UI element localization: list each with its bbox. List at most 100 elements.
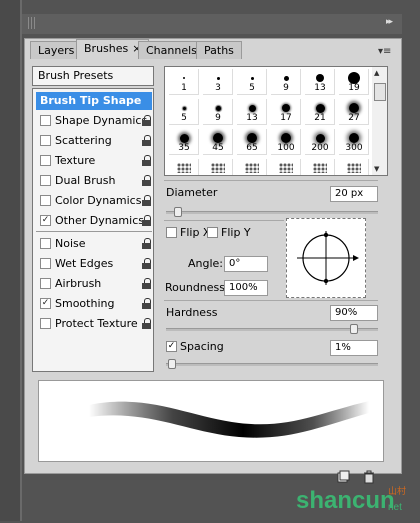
option-airbrush[interactable]: Airbrush [36,275,152,293]
brush-tip-100[interactable]: 100 [271,129,301,155]
brush-tip-3[interactable]: 3 [203,69,233,95]
option-smoothing[interactable]: ✓ Smoothing [36,295,152,313]
lock-icon[interactable] [142,318,153,330]
brush-tip-dot [182,106,186,110]
brush-tip-19[interactable]: 19 [339,69,369,95]
wet-edges-checkbox[interactable] [40,258,51,269]
brush-tip-1[interactable]: 1 [169,69,199,95]
noise-checkbox[interactable] [40,238,51,249]
brush-tip-13[interactable]: 13 [305,69,335,95]
angle-field[interactable]: 0° [224,256,268,272]
brush-tip-300[interactable]: 300 [339,129,369,155]
diameter-field[interactable]: 20 px [330,186,378,202]
flip-x-checkbox[interactable] [166,227,177,238]
brush-tip-grid: 1 3 5 9 13 19 5 9 13 17 21 27 35 45 65 100 200 300 [164,66,374,176]
option-texture[interactable]: Texture [36,152,152,170]
hardness-field[interactable]: 90% [330,305,378,321]
brush-tip-size: 19 [348,83,360,93]
brush-tip-scatter[interactable] [203,159,233,175]
spacing-checkbox[interactable]: ✓ [166,341,177,352]
angle-roundness-diagram[interactable] [287,219,365,297]
brush-tip-13[interactable]: 13 [237,99,267,125]
brush-tip-35[interactable]: 35 [169,129,199,155]
diameter-slider-thumb[interactable] [174,207,183,217]
tab-channels[interactable]: Channels [138,41,205,59]
option-dual-brush[interactable]: Dual Brush [36,172,152,190]
brush-tip-27[interactable]: 27 [339,99,369,125]
angle-roundness-widget[interactable] [286,218,366,298]
scroll-thumb[interactable] [374,83,386,101]
diameter-slider-track[interactable] [166,211,378,214]
option-protect-texture[interactable]: Protect Texture [36,315,152,333]
roundness-field[interactable]: 100% [224,280,268,296]
panel-titlebar[interactable] [22,14,402,34]
brush-tip-9[interactable]: 9 [271,69,301,95]
color-dynamics-checkbox[interactable] [40,195,51,206]
option-other-dynamics[interactable]: ✓ Other Dynamics [36,212,152,230]
collapse-arrows-icon[interactable]: ▸▸ [386,17,393,27]
option-color-dynamics[interactable]: Color Dynamics [36,192,152,210]
brush-tip-scatter[interactable] [271,159,301,175]
brush-tip-21[interactable]: 21 [305,99,335,125]
panel-menu-icon[interactable]: ▾≡ [378,46,396,58]
dual-brush-checkbox[interactable] [40,175,51,186]
watermark-sub: 山村 [388,485,406,497]
lock-icon[interactable] [142,298,153,310]
hardness-slider-track[interactable] [166,328,378,331]
option-shape-dynamics[interactable]: Shape Dynamics [36,112,152,130]
spacing-slider-track[interactable] [166,363,378,366]
spacing-field[interactable]: 1% [330,340,378,356]
brush-tip-size: 3 [215,83,221,93]
lock-icon[interactable] [142,195,153,207]
spacing-slider-thumb[interactable] [168,359,177,369]
brush-presets-label: Brush Presets [38,69,114,82]
lock-icon[interactable] [142,278,153,290]
brush-tip-scatter[interactable] [237,159,267,175]
option-noise[interactable]: Noise [36,235,152,253]
brush-presets-button[interactable]: Brush Presets [32,66,154,86]
lock-icon[interactable] [142,155,153,167]
watermark: shancun net 山村 [294,480,414,520]
brush-tip-65[interactable]: 65 [237,129,267,155]
lock-icon[interactable] [142,115,153,127]
option-brush-tip-shape[interactable]: Brush Tip Shape [36,92,152,110]
brush-tip-5[interactable]: 5 [237,69,267,95]
texture-checkbox[interactable] [40,155,51,166]
scatter-tip-texture [177,163,191,173]
flip-y-checkbox[interactable] [207,227,218,238]
airbrush-checkbox[interactable] [40,278,51,289]
brush-tip-5[interactable]: 5 [169,99,199,125]
protect-texture-checkbox[interactable] [40,318,51,329]
scroll-down-icon[interactable]: ▼ [374,165,379,173]
lock-icon[interactable] [142,238,153,250]
brush-tip-size: 300 [345,143,363,153]
brush-tip-scatter[interactable] [339,159,369,175]
brush-tip-scrollbar[interactable]: ▲ ▼ [372,66,388,176]
brush-tip-size: 5 [249,83,255,93]
scroll-up-icon[interactable]: ▲ [374,69,379,77]
brush-tip-45[interactable]: 45 [203,129,233,155]
brush-tip-9[interactable]: 9 [203,99,233,125]
brush-tip-scatter[interactable] [305,159,335,175]
option-label: Shape Dynamics [55,114,148,127]
lock-icon[interactable] [142,215,153,227]
option-scattering[interactable]: Scattering [36,132,152,150]
tab-layers[interactable]: Layers [30,41,83,59]
option-wet-edges[interactable]: Wet Edges [36,255,152,273]
lock-icon[interactable] [142,175,153,187]
brush-tip-scatter[interactable] [169,159,199,175]
shape-dynamics-checkbox[interactable] [40,115,51,126]
scattering-checkbox[interactable] [40,135,51,146]
lock-icon[interactable] [142,135,153,147]
lock-icon[interactable] [142,258,153,270]
brush-tip-17[interactable]: 17 [271,99,301,125]
brush-tip-size: 13 [246,113,258,123]
hardness-slider-thumb[interactable] [349,324,358,334]
tab-paths[interactable]: Paths [196,41,242,59]
spacing-label: Spacing [180,340,224,353]
other-dynamics-checkbox[interactable]: ✓ [40,215,51,226]
grip-handle[interactable] [28,17,36,29]
brush-tip-200[interactable]: 200 [305,129,335,155]
smoothing-checkbox[interactable]: ✓ [40,298,51,309]
brush-tip-dot [283,75,289,81]
